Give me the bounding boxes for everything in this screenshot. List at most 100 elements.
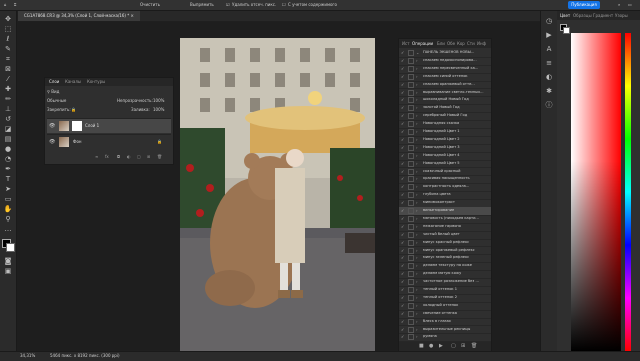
action-toggle-checkbox[interactable]: ✓ xyxy=(401,239,404,246)
action-toggle-checkbox[interactable]: ✓ xyxy=(401,175,404,182)
chevron-down-icon[interactable]: ⌄ xyxy=(416,49,419,56)
chevron-right-icon[interactable]: › xyxy=(416,262,418,269)
more-tools-icon[interactable]: … xyxy=(3,225,13,233)
trash-icon[interactable]: 🗑 xyxy=(157,154,162,159)
action-toggle-checkbox[interactable]: ✓ xyxy=(401,136,404,143)
layer-name[interactable]: Слой 1 xyxy=(85,123,99,128)
document-image[interactable] xyxy=(180,38,375,354)
chevron-right-icon[interactable]: › xyxy=(416,207,418,214)
eye-icon[interactable]: 👁 xyxy=(49,139,55,145)
new-set-icon[interactable]: ▢ xyxy=(451,343,456,349)
path-select-tool-icon[interactable]: ➤ xyxy=(3,185,13,193)
action-toggle-checkbox[interactable]: ✓ xyxy=(401,270,404,277)
dialog-toggle-checkbox[interactable] xyxy=(408,271,414,278)
content-aware-checkbox[interactable]: ☐ xyxy=(282,1,286,9)
glyphs-panel-icon[interactable]: A xyxy=(544,45,554,53)
tab-swatches[interactable]: Образцы xyxy=(573,13,592,18)
action-toggle-checkbox[interactable]: ✓ xyxy=(401,294,404,301)
dialog-toggle-checkbox[interactable] xyxy=(408,326,414,333)
dialog-toggle-checkbox[interactable] xyxy=(408,247,414,254)
dialog-toggle-checkbox[interactable] xyxy=(408,279,414,286)
chevron-right-icon[interactable]: › xyxy=(416,136,418,143)
dialog-toggle-checkbox[interactable] xyxy=(408,160,414,167)
chevron-right-icon[interactable]: › xyxy=(416,96,418,103)
link-icon[interactable]: ∞ xyxy=(95,154,98,159)
dialog-toggle-checkbox[interactable] xyxy=(408,215,414,222)
crop-tool-icon[interactable]: ⌗ xyxy=(14,1,16,9)
chevron-right-icon[interactable]: › xyxy=(416,175,418,182)
actions-panel-icon[interactable]: ▶ xyxy=(544,31,554,39)
lasso-tool-icon[interactable]: ℓ xyxy=(3,35,13,43)
chevron-right-icon[interactable]: › xyxy=(416,73,418,80)
dialog-toggle-checkbox[interactable] xyxy=(408,184,414,191)
action-toggle-checkbox[interactable]: ✓ xyxy=(401,65,404,72)
action-toggle-checkbox[interactable]: ✓ xyxy=(401,144,404,151)
shape-tool-icon[interactable]: ▭ xyxy=(3,195,13,203)
layer-row[interactable]: 👁 Фон 🔒 xyxy=(47,134,171,149)
chevron-right-icon[interactable]: › xyxy=(416,168,418,175)
dialog-toggle-checkbox[interactable] xyxy=(408,192,414,199)
dialog-toggle-checkbox[interactable] xyxy=(408,50,414,56)
dialog-toggle-checkbox[interactable] xyxy=(408,223,414,230)
action-toggle-checkbox[interactable]: ✓ xyxy=(401,262,404,269)
dialog-toggle-checkbox[interactable] xyxy=(408,310,414,317)
tab-corrections[interactable]: Кор xyxy=(457,41,465,46)
chevron-right-icon[interactable]: › xyxy=(416,286,418,293)
action-toggle-checkbox[interactable]: ✓ xyxy=(401,333,404,340)
action-toggle-checkbox[interactable]: ✓ xyxy=(401,278,404,285)
tab-history[interactable]: Ист xyxy=(402,41,410,46)
action-toggle-checkbox[interactable]: ✓ xyxy=(401,191,404,198)
chevron-right-icon[interactable]: › xyxy=(416,152,418,159)
brush-tool-icon[interactable]: ✏ xyxy=(3,95,13,103)
new-action-icon[interactable]: ⊞ xyxy=(461,343,465,349)
record-icon[interactable]: ● xyxy=(429,343,433,349)
chevron-right-icon[interactable]: › xyxy=(416,57,418,64)
chevron-right-icon[interactable]: › xyxy=(416,254,418,261)
chevron-right-icon[interactable]: › xyxy=(416,278,418,285)
pen-tool-icon[interactable]: ✒ xyxy=(3,165,13,173)
dialog-toggle-checkbox[interactable] xyxy=(408,152,414,159)
dialog-toggle-checkbox[interactable] xyxy=(408,81,414,88)
move-tool-icon[interactable]: ✥ xyxy=(3,15,13,23)
fill-input[interactable]: 100% xyxy=(153,107,164,112)
tab-glyphs[interactable]: Бли xyxy=(437,41,445,46)
add-mask-icon[interactable]: ◘ xyxy=(117,154,120,159)
dialog-toggle-checkbox[interactable] xyxy=(408,302,414,309)
chevron-right-icon[interactable]: › xyxy=(416,104,418,111)
tab-color[interactable]: Цвет xyxy=(560,13,570,18)
action-toggle-checkbox[interactable]: ✓ xyxy=(401,168,404,175)
action-toggle-checkbox[interactable]: ✓ xyxy=(401,223,404,230)
chevron-right-icon[interactable]: › xyxy=(416,310,418,317)
clear-button[interactable]: Очистить xyxy=(140,1,160,9)
action-toggle-checkbox[interactable]: ✓ xyxy=(401,199,404,206)
history-brush-icon[interactable]: ↺ xyxy=(3,115,13,123)
chevron-right-icon[interactable]: › xyxy=(416,144,418,151)
action-toggle-checkbox[interactable]: ✓ xyxy=(401,247,404,254)
screen-mode-icon[interactable]: ▣ xyxy=(3,267,13,275)
dialog-toggle-checkbox[interactable] xyxy=(408,168,414,175)
filter-icon[interactable]: ⚲ xyxy=(47,89,50,94)
dialog-toggle-checkbox[interactable] xyxy=(408,255,414,262)
action-toggle-checkbox[interactable]: ✓ xyxy=(401,160,404,167)
chevron-right-icon[interactable]: › xyxy=(416,81,418,88)
stamp-tool-icon[interactable]: ⊥ xyxy=(3,105,13,113)
play-icon[interactable]: ▶ xyxy=(439,343,443,349)
action-toggle-checkbox[interactable]: ✓ xyxy=(401,152,404,159)
chevron-right-icon[interactable]: › xyxy=(416,215,418,222)
tab-gradients[interactable]: Градиент xyxy=(593,13,613,18)
lock-icon[interactable]: 🔒 xyxy=(71,107,76,112)
publish-button[interactable]: Публикация xyxy=(568,1,600,9)
action-toggle-checkbox[interactable]: ✓ xyxy=(401,73,404,80)
eraser-tool-icon[interactable]: ◪ xyxy=(3,125,13,133)
chevron-right-icon[interactable]: › xyxy=(416,160,418,167)
dialog-toggle-checkbox[interactable] xyxy=(408,97,414,104)
action-toggle-checkbox[interactable]: ✓ xyxy=(401,49,404,56)
eye-icon[interactable]: 👁 xyxy=(49,123,55,129)
chevron-right-icon[interactable]: › xyxy=(416,333,418,340)
chevron-right-icon[interactable]: › xyxy=(416,89,418,96)
dialog-toggle-checkbox[interactable] xyxy=(408,89,414,96)
action-toggle-checkbox[interactable]: ✓ xyxy=(401,286,404,293)
stop-icon[interactable]: ■ xyxy=(419,343,424,349)
workspace-icon[interactable]: ▭ xyxy=(628,1,632,9)
quick-select-tool-icon[interactable]: ✎ xyxy=(3,45,13,53)
